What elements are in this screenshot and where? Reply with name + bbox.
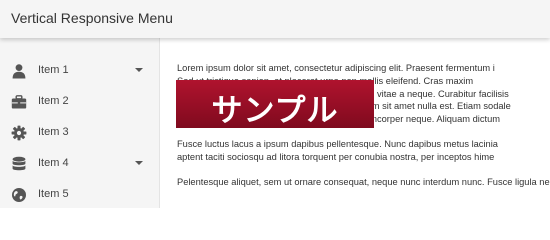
chevron-down-icon[interactable] xyxy=(135,161,143,165)
sidebar-item-1[interactable]: Item 1 xyxy=(0,55,159,86)
sidebar-item-2[interactable]: Item 2 xyxy=(0,86,159,117)
user-icon xyxy=(11,63,27,79)
text-line: Fusce luctus lacus a ipsum dapibus pelle… xyxy=(177,138,498,149)
top-bar: Vertical Responsive Menu xyxy=(0,0,550,38)
globe-icon xyxy=(11,187,27,203)
gear-icon xyxy=(11,125,27,141)
sidebar-menu: Item 1 Item 2 Item 3 Item 4 Item 5 xyxy=(0,38,160,208)
database-icon xyxy=(11,156,27,172)
sidebar-item-label: Item 3 xyxy=(38,126,69,138)
text-line: Lorem ipsum dolor sit amet, consectetur … xyxy=(177,63,495,73)
text-line: aptent taciti sociosqu ad litora torquen… xyxy=(177,151,495,162)
text-line: Pelentesque aliquet, sem ut ornare conse… xyxy=(177,176,550,187)
sidebar-item-5[interactable]: Item 5 xyxy=(0,179,159,210)
app-title: Vertical Responsive Menu xyxy=(11,10,173,26)
sample-watermark: サンプル xyxy=(176,80,374,129)
sidebar-item-4[interactable]: Item 4 xyxy=(0,148,159,179)
paragraph-2: Fusce luctus lacus a ipsum dapibus pelle… xyxy=(177,138,550,164)
sidebar-item-label: Item 1 xyxy=(38,64,69,76)
sidebar-item-label: Item 5 xyxy=(38,188,69,200)
paragraph-3: Pelentesque aliquet, sem ut ornare conse… xyxy=(177,176,550,189)
sidebar-item-label: Item 4 xyxy=(38,157,69,169)
sidebar-item-3[interactable]: Item 3 xyxy=(0,117,159,148)
watermark-text: サンプル xyxy=(211,93,339,129)
sidebar-item-label: Item 2 xyxy=(38,95,69,107)
chevron-down-icon[interactable] xyxy=(135,68,143,72)
briefcase-icon xyxy=(11,94,27,110)
